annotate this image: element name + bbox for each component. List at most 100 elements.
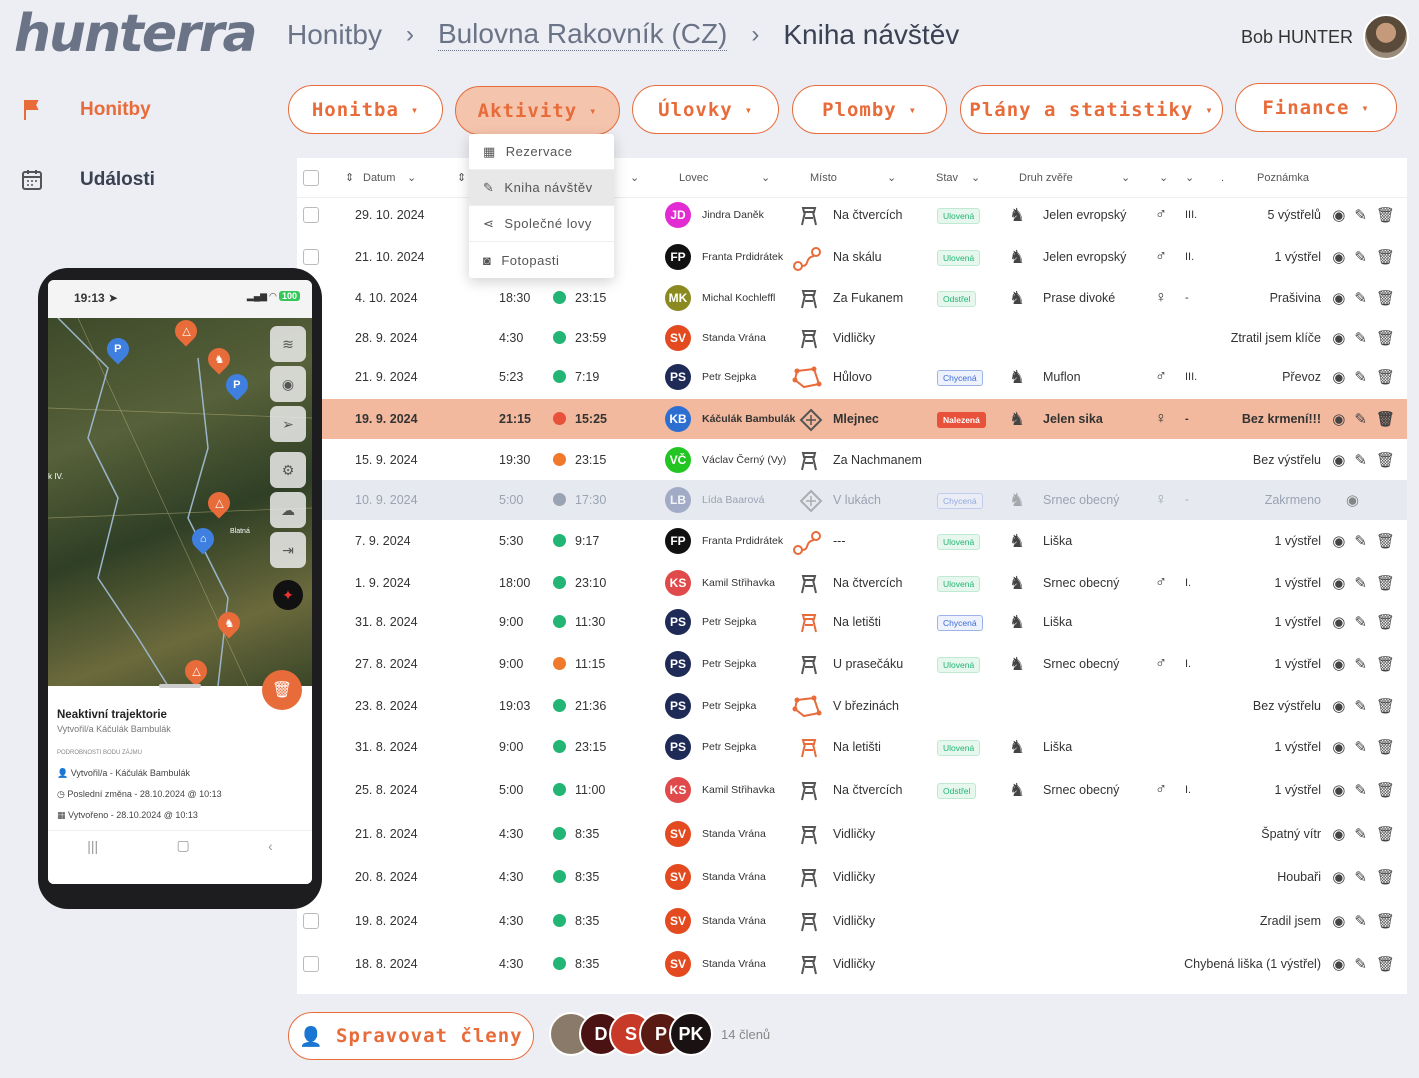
back-icon[interactable]: ‹ [268, 838, 273, 854]
view-icon[interactable]: ◉ [1332, 410, 1345, 428]
breadcrumb-parent[interactable]: Bulovna Rakovník (CZ) [437, 18, 728, 51]
cell-hunter[interactable]: Lída Baarová [702, 494, 764, 506]
cell-place[interactable]: U prasečáku [833, 657, 903, 671]
view-icon[interactable]: ◉ [1332, 329, 1345, 347]
tab-plany-a-statistiky[interactable]: Plány a statistiky ▾ [960, 85, 1223, 134]
chevron-down-icon[interactable]: ⌄ [1159, 171, 1168, 184]
cell-hunter[interactable]: Franta Prdidrátek [702, 251, 783, 263]
table-row[interactable]: 21. 10. 2024 FP Franta Prdidrátek Na skálu U… [297, 237, 1407, 277]
cell-place[interactable]: Na čtvercích [833, 576, 902, 590]
cell-hunter[interactable]: Franta Prdidrátek [702, 535, 783, 547]
view-icon[interactable]: ◉ [1346, 491, 1359, 509]
hunter-avatar[interactable]: KS [665, 570, 691, 596]
view-icon[interactable]: ◉ [1332, 955, 1345, 973]
delete-icon[interactable]: 🗑 [1376, 868, 1395, 886]
layers-icon[interactable]: ≋ [270, 326, 306, 362]
edit-icon[interactable]: ✎ [1354, 248, 1367, 266]
recents-icon[interactable]: ||| [87, 838, 98, 854]
hunter-avatar[interactable]: SV [665, 821, 691, 847]
chevron-down-icon[interactable]: ⌄ [761, 171, 770, 184]
tab-ulovky[interactable]: Úlovky ▾ [632, 85, 779, 134]
select-all-checkbox[interactable] [303, 170, 319, 186]
table-row[interactable]: 23. 8. 2024 19:03 21:36 PS Petr Sejpka V břez… [297, 686, 1407, 726]
member-avatars[interactable]: D S P PK 14 členů [549, 1012, 770, 1056]
row-checkbox[interactable] [303, 913, 319, 929]
hunter-avatar[interactable]: KB [665, 406, 691, 432]
cell-place[interactable]: Na letišti [833, 615, 881, 629]
hunter-avatar[interactable]: LB [665, 487, 691, 513]
cell-hunter[interactable]: Standa Vrána [702, 958, 766, 970]
delete-icon[interactable]: 🗑 [1376, 697, 1395, 715]
login-icon[interactable]: ⇥ [270, 532, 306, 568]
map-view[interactable]: P P ♞ △ △ ⌂ ♞ △ Blatná k IV. ≋ ◉ ➢ ⚙ ☁ ⇥… [48, 315, 312, 687]
cell-place[interactable]: V lukách [833, 493, 881, 507]
edit-icon[interactable]: ✎ [1354, 655, 1367, 673]
tab-honitba[interactable]: Honitba ▾ [288, 85, 443, 134]
table-row[interactable]: 28. 9. 2024 4:30 23:59 SV Standa Vrána Vidlič… [297, 318, 1407, 358]
view-icon[interactable]: ◉ [1332, 613, 1345, 631]
cell-hunter[interactable]: Michal Kochleffl [702, 292, 775, 304]
delete-icon[interactable]: 🗑 [1376, 248, 1395, 266]
view-icon[interactable]: ◉ [1332, 574, 1345, 592]
manage-members-button[interactable]: 👤 Spravovat členy [288, 1012, 534, 1060]
view-icon[interactable]: ◉ [1332, 655, 1345, 673]
delete-icon[interactable]: 🗑 [1376, 451, 1395, 469]
cell-place[interactable]: Na letišti [833, 740, 881, 754]
hunter-avatar[interactable]: FP [665, 528, 691, 554]
cell-place[interactable]: Za Fukanem [833, 291, 903, 305]
hunter-avatar[interactable]: VČ [665, 447, 691, 473]
edit-icon[interactable]: ✎ [1354, 825, 1367, 843]
edit-icon[interactable]: ✎ [1354, 738, 1367, 756]
table-row[interactable]: 18. 8. 2024 4:30 8:35 SV Standa Vrána Vidličk… [297, 944, 1407, 984]
col-date[interactable]: Datum [363, 172, 395, 184]
col-note[interactable]: Poznámka [1257, 172, 1309, 184]
cell-hunter[interactable]: Standa Vrána [702, 828, 766, 840]
table-row[interactable]: 20. 8. 2024 4:30 8:35 SV Standa Vrána Vidličk… [297, 857, 1407, 897]
cell-hunter[interactable]: Standa Vrána [702, 871, 766, 883]
edit-icon[interactable]: ✎ [1354, 289, 1367, 307]
sort-icon[interactable]: ⇕ [457, 171, 466, 184]
view-icon[interactable]: ◉ [1332, 368, 1345, 386]
table-row[interactable]: 21. 8. 2024 4:30 8:35 SV Standa Vrána Vidličk… [297, 814, 1407, 854]
row-checkbox[interactable] [303, 956, 319, 972]
edit-icon[interactable]: ✎ [1354, 368, 1367, 386]
edit-icon[interactable]: ✎ [1354, 868, 1367, 886]
hunter-avatar[interactable]: PS [665, 609, 691, 635]
sheet-handle[interactable] [159, 684, 201, 688]
view-icon[interactable]: ◉ [1332, 248, 1345, 266]
cell-hunter[interactable]: Jindra Daněk [702, 209, 764, 221]
table-row[interactable]: 15. 9. 2024 19:30 23:15 VČ Václav Černý (Vy)… [297, 440, 1407, 480]
table-row[interactable]: 25. 8. 2024 5:00 11:00 KS Kamil Střihavka Na … [297, 770, 1407, 810]
hunter-avatar[interactable]: PS [665, 651, 691, 677]
delete-icon[interactable]: 🗑 [1376, 825, 1395, 843]
table-row[interactable]: 19. 9. 2024 21:15 15:25 KB Káčulák Bambulák M… [297, 399, 1407, 439]
table-row[interactable]: 10. 9. 2024 5:00 17:30 LB Lída Baarová V luká… [297, 480, 1407, 520]
delete-icon[interactable]: 🗑 [1376, 206, 1395, 224]
compass-icon[interactable]: ✦ [273, 580, 303, 610]
chevron-down-icon[interactable]: ⌄ [887, 171, 896, 184]
delete-icon[interactable]: 🗑 [1376, 329, 1395, 347]
table-row[interactable]: 1. 9. 2024 18:00 23:10 KS Kamil Střihavka Na … [297, 563, 1407, 603]
settings-icon[interactable]: ⚙ [270, 452, 306, 488]
user-menu[interactable]: Bob HUNTER [1241, 14, 1409, 60]
cell-place[interactable]: V březinách [833, 699, 899, 713]
menu-item-spolecne-lovy[interactable]: ⋖ Společné lovy [469, 206, 614, 242]
hunter-avatar[interactable]: MK [665, 285, 691, 311]
cell-hunter[interactable]: Václav Černý (Vy) [702, 454, 786, 466]
cell-hunter[interactable]: Kamil Střihavka [702, 784, 775, 796]
cell-hunter[interactable]: Kamil Střihavka [702, 577, 775, 589]
delete-icon[interactable]: 🗑 [1376, 613, 1395, 631]
delete-icon[interactable]: 🗑 [1376, 368, 1395, 386]
edit-icon[interactable]: ✎ [1354, 206, 1367, 224]
table-row[interactable]: 7. 9. 2024 5:30 9:17 FP Franta Prdidrátek ---… [297, 521, 1407, 561]
hunter-avatar[interactable]: JD [665, 202, 691, 228]
edit-icon[interactable]: ✎ [1354, 451, 1367, 469]
cell-hunter[interactable]: Petr Sejpka [702, 371, 756, 383]
edit-icon[interactable]: ✎ [1354, 574, 1367, 592]
table-row[interactable]: 19. 8. 2024 4:30 8:35 SV Standa Vrána Vidličk… [297, 901, 1407, 941]
col-state[interactable]: Stav [936, 172, 958, 184]
cell-hunter[interactable]: Standa Vrána [702, 332, 766, 344]
sidebar-item-udalosti[interactable]: Události [20, 168, 155, 192]
view-icon[interactable]: ◉ [1332, 912, 1345, 930]
cell-place[interactable]: Na čtvercích [833, 783, 902, 797]
